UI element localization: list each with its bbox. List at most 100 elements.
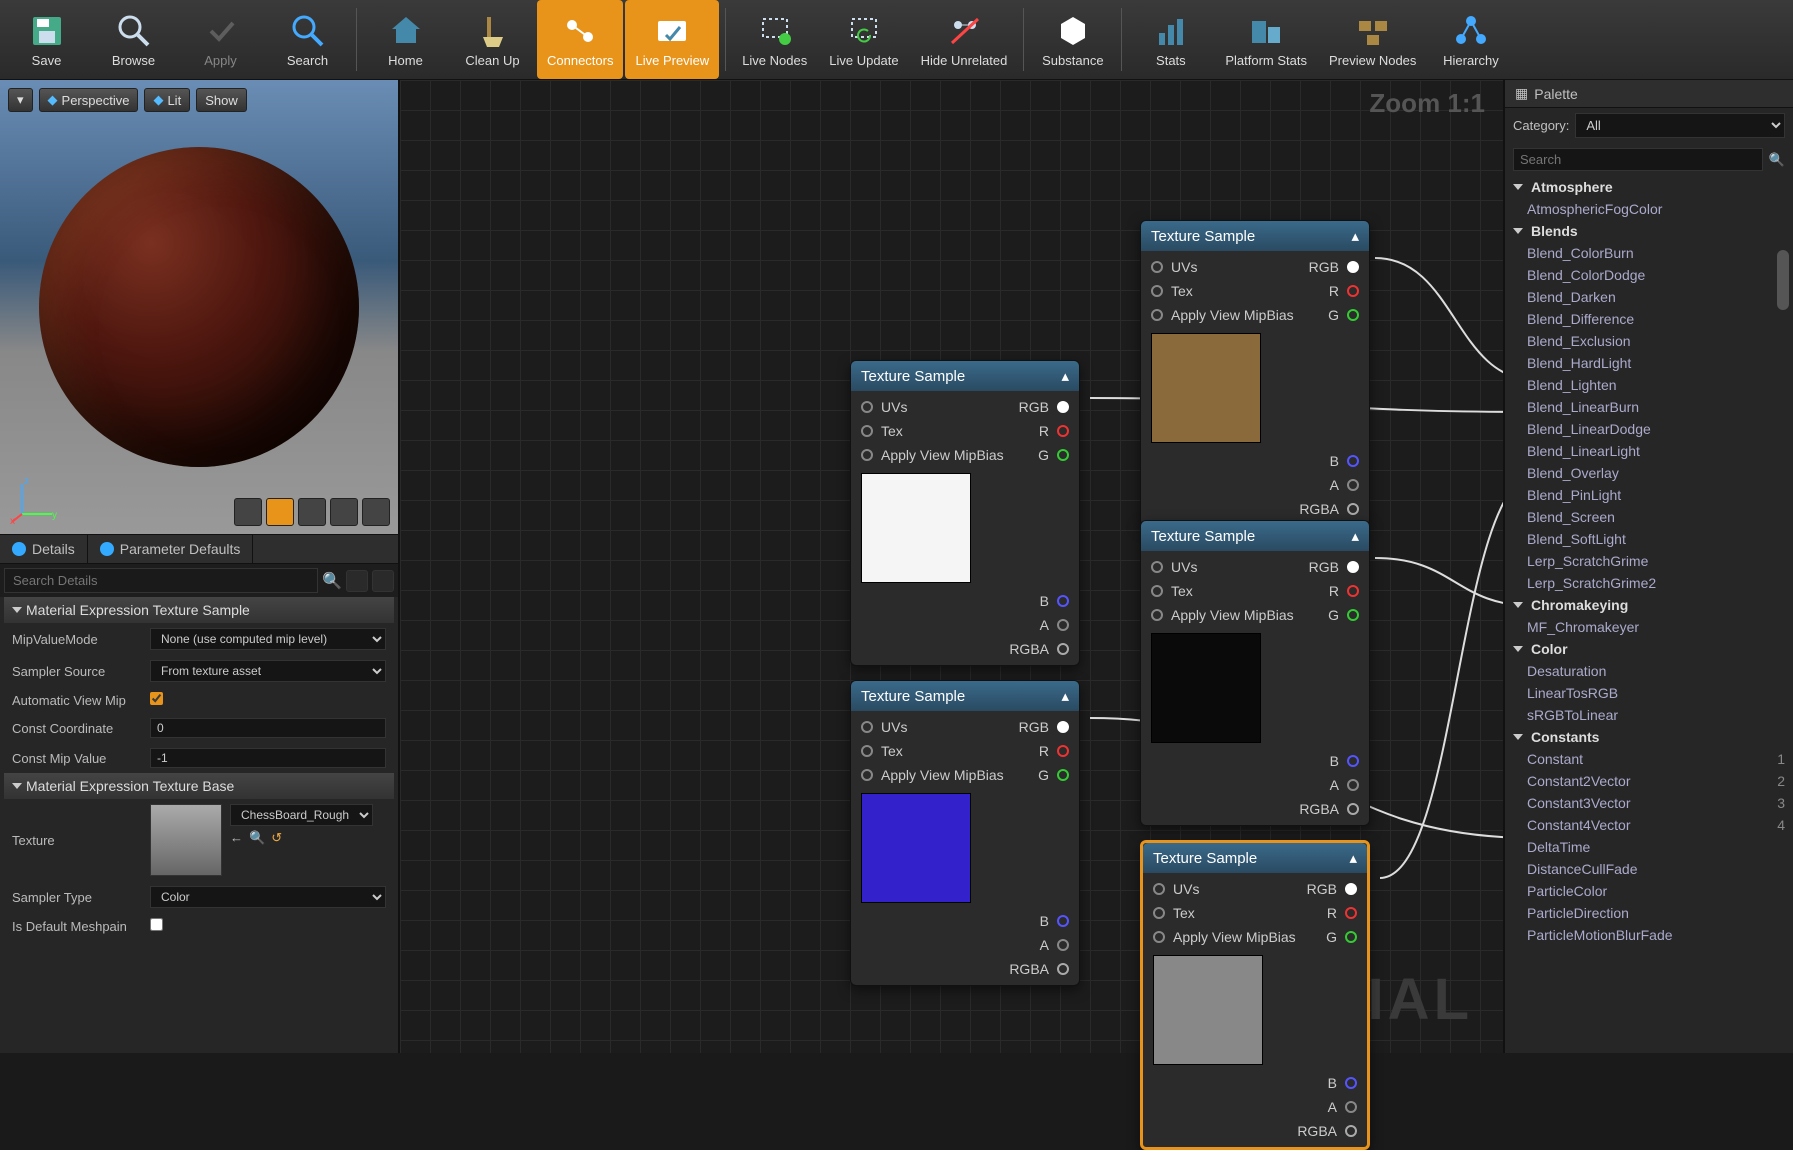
input-pin[interactable] [861,745,873,757]
palette-category[interactable]: Constants [1505,726,1793,748]
input-pin[interactable] [1151,585,1163,597]
constcoord-input[interactable] [150,718,386,738]
palette-item[interactable]: Blend_Overlay [1505,462,1793,484]
palette-item[interactable]: AtmosphericFogColor [1505,198,1793,220]
lit-button[interactable]: ◆Lit [144,88,190,112]
output-pin[interactable] [1345,1125,1357,1137]
palette-item[interactable]: Lerp_ScratchGrime2 [1505,572,1793,594]
output-pin[interactable] [1057,769,1069,781]
home-button[interactable]: Home [363,0,448,79]
show-button[interactable]: Show [196,88,247,112]
samplersource-select[interactable]: From texture asset [150,660,386,682]
output-pin[interactable] [1345,883,1357,895]
view-eye-icon[interactable] [372,570,394,592]
isdefault-checkbox[interactable] [150,918,163,931]
output-pin[interactable] [1347,779,1359,791]
input-pin[interactable] [1151,609,1163,621]
palette-item[interactable]: DeltaTime [1505,836,1793,858]
texture-sample-node[interactable]: Texture Sample▴UVsRGBTexRApply View MipB… [1140,220,1370,526]
palette-category[interactable]: Blends [1505,220,1793,242]
collapse-icon[interactable]: ▴ [1349,849,1357,867]
shape-sphere-icon[interactable] [266,498,294,526]
palette-category[interactable]: Atmosphere [1505,176,1793,198]
output-pin[interactable] [1347,285,1359,297]
output-pin[interactable] [1057,963,1069,975]
cleanup-button[interactable]: Clean Up [450,0,535,79]
browse-button[interactable]: Browse [91,0,176,79]
palette-item[interactable]: Constant4Vector4 [1505,814,1793,836]
collapse-icon[interactable]: ▴ [1351,227,1359,245]
palette-item[interactable]: Blend_ColorBurn [1505,242,1793,264]
input-pin[interactable] [1153,883,1165,895]
output-pin[interactable] [1347,803,1359,815]
palette-item[interactable]: MF_Chromakeyer [1505,616,1793,638]
texture-sample-node[interactable]: Texture Sample▴UVsRGBTexRApply View MipB… [1140,840,1370,1150]
output-pin[interactable] [1345,907,1357,919]
palette-item[interactable]: LinearTosRGB [1505,682,1793,704]
palette-item[interactable]: Blend_LinearBurn [1505,396,1793,418]
input-pin[interactable] [1153,907,1165,919]
palette-item[interactable]: DistanceCullFade [1505,858,1793,880]
hideunrelated-button[interactable]: Hide Unrelated [911,0,1018,79]
search-details-input[interactable] [4,568,318,593]
tab-parameter-defaults[interactable]: Parameter Defaults [88,535,254,563]
palette-item[interactable]: Blend_Difference [1505,308,1793,330]
palette-search-input[interactable] [1513,148,1763,171]
collapse-icon[interactable]: ▴ [1061,687,1069,705]
shape-cylinder-icon[interactable] [234,498,262,526]
palette-item[interactable]: Blend_LinearLight [1505,440,1793,462]
palette-item[interactable]: ParticleMotionBlurFade [1505,924,1793,946]
input-pin[interactable] [861,401,873,413]
input-pin[interactable] [861,449,873,461]
palette-item[interactable]: Blend_ColorDodge [1505,264,1793,286]
samplertype-select[interactable]: Color [150,886,386,908]
output-pin[interactable] [1057,425,1069,437]
hierarchy-button[interactable]: Hierarchy [1428,0,1513,79]
input-pin[interactable] [1151,285,1163,297]
input-pin[interactable] [1151,561,1163,573]
palette-item[interactable]: Blend_PinLight [1505,484,1793,506]
palette-item[interactable]: ParticleColor [1505,880,1793,902]
collapse-icon[interactable]: ▴ [1351,527,1359,545]
shape-cube-icon[interactable] [330,498,358,526]
output-pin[interactable] [1057,619,1069,631]
texture-sample-node[interactable]: Texture Sample▴UVsRGBTexRApply View MipB… [850,360,1080,666]
palette-item[interactable]: Blend_Lighten [1505,374,1793,396]
section-texture-sample[interactable]: Material Expression Texture Sample [4,597,394,623]
output-pin[interactable] [1347,755,1359,767]
connectors-button[interactable]: Connectors [537,0,623,79]
autoviewmip-checkbox[interactable] [150,692,163,705]
search-icon[interactable]: 🔍 [322,571,342,591]
palette-item[interactable]: Lerp_ScratchGrime [1505,550,1793,572]
palette-item[interactable]: Blend_SoftLight [1505,528,1793,550]
palette-item[interactable]: Blend_Screen [1505,506,1793,528]
palette-category[interactable]: Chromakeying [1505,594,1793,616]
apply-button[interactable]: Apply [178,0,263,79]
output-pin[interactable] [1057,939,1069,951]
livepreview-button[interactable]: Live Preview [625,0,719,79]
search-button[interactable]: Search [265,0,350,79]
output-pin[interactable] [1057,721,1069,733]
input-pin[interactable] [1153,931,1165,943]
output-pin[interactable] [1057,449,1069,461]
output-pin[interactable] [1057,595,1069,607]
input-pin[interactable] [861,721,873,733]
platformstats-button[interactable]: Platform Stats [1215,0,1317,79]
input-pin[interactable] [861,769,873,781]
save-button[interactable]: Save [4,0,89,79]
palette-item[interactable]: Blend_Exclusion [1505,330,1793,352]
palette-item[interactable]: Constant1 [1505,748,1793,770]
substance-button[interactable]: Substance [1030,0,1115,79]
output-pin[interactable] [1347,261,1359,273]
output-pin[interactable] [1347,309,1359,321]
browse-icon[interactable]: 🔍 [249,830,265,846]
output-pin[interactable] [1345,931,1357,943]
output-pin[interactable] [1347,561,1359,573]
output-pin[interactable] [1347,455,1359,467]
palette-item[interactable]: Blend_LinearDodge [1505,418,1793,440]
collapse-icon[interactable]: ▴ [1061,367,1069,385]
shape-plane-icon[interactable] [298,498,326,526]
input-pin[interactable] [1151,261,1163,273]
input-pin[interactable] [1151,309,1163,321]
tab-details[interactable]: Details [0,535,88,563]
